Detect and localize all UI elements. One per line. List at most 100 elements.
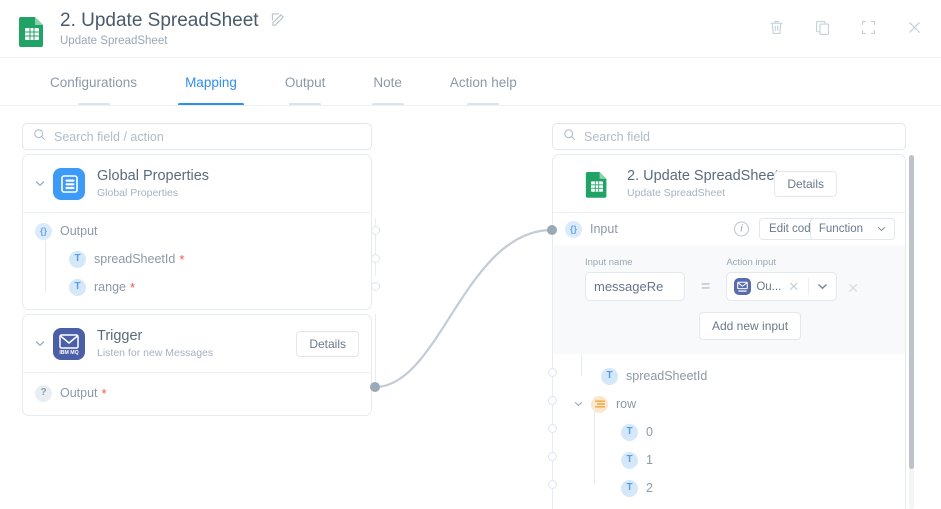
connector-point-row-1[interactable] [548, 452, 557, 461]
details-button-action[interactable]: Details [774, 170, 837, 197]
add-new-input-button[interactable]: Add new input [699, 312, 802, 340]
input-name-group: Input name messageRe [585, 257, 685, 301]
chevron-down-icon [877, 223, 886, 235]
close-button[interactable] [901, 14, 927, 40]
connector-point-output[interactable] [371, 226, 380, 235]
google-sheets-icon [585, 168, 617, 200]
edit-pencil-icon[interactable] [271, 12, 286, 27]
tab-configurations[interactable]: Configurations [50, 58, 137, 106]
tab-label: Mapping [185, 75, 237, 90]
text-type-icon: T [621, 451, 638, 469]
card-subtitle: Update SpreadSheet [627, 187, 726, 199]
required-marker: * [101, 385, 107, 401]
tree-row-label: 1 [646, 453, 653, 467]
dialog-header: 2. Update SpreadSheet Update SpreadSheet [0, 0, 941, 58]
page-title: 2. Update SpreadSheet [60, 10, 259, 31]
search-icon [563, 128, 576, 146]
card-title-block: Global Properties Global Properties [97, 167, 209, 200]
details-button-trigger[interactable]: Details [296, 330, 359, 357]
form-inner: Input name messageRe = Action input Ou..… [553, 257, 905, 340]
tree-row-1[interactable]: T 1 [553, 446, 905, 474]
text-type-icon: T [621, 479, 638, 497]
search-input-right[interactable] [584, 129, 895, 144]
input-name-field[interactable]: messageRe [585, 272, 685, 301]
tab-output[interactable]: Output [284, 58, 326, 106]
tree-row-trigger-output[interactable]: ? Output * [23, 379, 371, 407]
chevron-down-icon[interactable] [33, 340, 47, 347]
tab-label: Configurations [50, 75, 138, 90]
chip-remove-icon[interactable]: ✕ [786, 279, 801, 295]
connector-rail [375, 314, 376, 387]
search-field[interactable] [552, 123, 906, 150]
fullscreen-button[interactable] [855, 14, 881, 40]
connector-point-trigger-output[interactable] [370, 382, 380, 392]
header-text-block: 2. Update SpreadSheet Update SpreadSheet [60, 8, 286, 47]
search-input-left[interactable] [54, 129, 361, 144]
connector-point-spreadsheetid[interactable] [371, 254, 380, 263]
input-mapping-form: Input name messageRe = Action input Ou..… [553, 245, 905, 354]
unknown-type-icon: ? [35, 384, 52, 402]
tree-row-label: spreadSheetId [94, 252, 176, 266]
search-icon [33, 128, 46, 146]
tree-row-0[interactable]: T 0 [553, 418, 905, 446]
chevron-down-icon[interactable] [813, 281, 832, 293]
tree-row-range[interactable]: T range * [23, 273, 371, 301]
function-type-select[interactable]: Function [809, 218, 895, 240]
info-icon[interactable]: i [734, 221, 749, 237]
tree-row-spreadsheetid[interactable]: T spreadSheetId [553, 362, 905, 390]
search-field-action[interactable] [22, 123, 372, 150]
text-type-icon: T [601, 367, 618, 385]
action-input-select[interactable]: Ou... ✕ [726, 272, 838, 301]
action-mapping-dialog: 2. Update SpreadSheet Update SpreadSheet [0, 0, 941, 509]
required-marker: * [129, 279, 136, 295]
card-header[interactable]: IBM MQ Trigger Listen for new Messages D… [23, 315, 371, 372]
header-actions [763, 14, 927, 40]
tree-row-output[interactable]: {} Output [23, 217, 371, 245]
tree-row-2[interactable]: T 2 [553, 474, 905, 502]
tree-row-label: range [94, 280, 126, 294]
card-title-block: 2. Update SpreadSheet Update SpreadSheet [627, 167, 779, 200]
chevron-down-icon[interactable] [33, 180, 47, 187]
connector-point-row[interactable] [548, 396, 557, 405]
tab-label: Output [284, 75, 326, 90]
clear-mapping-icon[interactable]: ✕ [847, 280, 859, 297]
connector-point-spreadsheetid[interactable] [548, 368, 557, 377]
card-subtitle: Listen for new Messages [97, 347, 214, 359]
card-global-properties: Global Properties Global Properties {} O… [22, 154, 372, 310]
duplicate-button[interactable] [809, 14, 835, 40]
card-title: Global Properties [97, 168, 210, 184]
chip-label: Ou... [756, 280, 782, 293]
function-type-label: Function [818, 223, 863, 235]
action-input-chip[interactable]: Ou... ✕ [731, 276, 804, 297]
connector-point-row-2[interactable] [548, 480, 557, 489]
card-body: ? Output * [23, 373, 371, 415]
form-row: Input name messageRe = Action input Ou..… [585, 257, 905, 301]
svg-text:IBM MQ: IBM MQ [59, 350, 78, 356]
ibm-mq-icon: IBM MQ [53, 327, 85, 360]
page-subtitle: Update SpreadSheet [60, 35, 168, 47]
connector-point-range[interactable] [371, 282, 380, 291]
connector-point-row-0[interactable] [548, 424, 557, 433]
card-title: Trigger [97, 328, 143, 344]
google-sheets-icon [18, 15, 46, 47]
card-header[interactable]: Global Properties Global Properties [23, 155, 371, 212]
tree-row-spreadsheetid[interactable]: T spreadSheetId * [23, 245, 371, 273]
delete-button[interactable] [763, 14, 789, 40]
action-field-tree: T spreadSheetId row T 0 T 1 T 2 [553, 354, 905, 502]
text-type-icon: T [69, 278, 86, 296]
chip-divider [808, 278, 810, 295]
tab-mapping[interactable]: Mapping [177, 58, 244, 106]
chevron-down-icon[interactable] [571, 401, 585, 407]
tree-row-label: row [616, 397, 637, 411]
action-input-group: Action input Ou... ✕ [726, 257, 838, 301]
action-input-label: Action input [726, 257, 776, 268]
card-subtitle: Global Properties [97, 187, 179, 199]
connector-point-input[interactable] [547, 225, 557, 235]
scrollbar-thumb[interactable] [909, 155, 914, 469]
tree-row-label: 2 [646, 481, 653, 495]
tree-row-row[interactable]: row [553, 390, 905, 418]
tab-action-help[interactable]: Action help [450, 58, 517, 106]
tab-note[interactable]: Note [371, 58, 404, 106]
card-title-block: Trigger Listen for new Messages [97, 327, 213, 360]
global-properties-icon [53, 167, 85, 200]
